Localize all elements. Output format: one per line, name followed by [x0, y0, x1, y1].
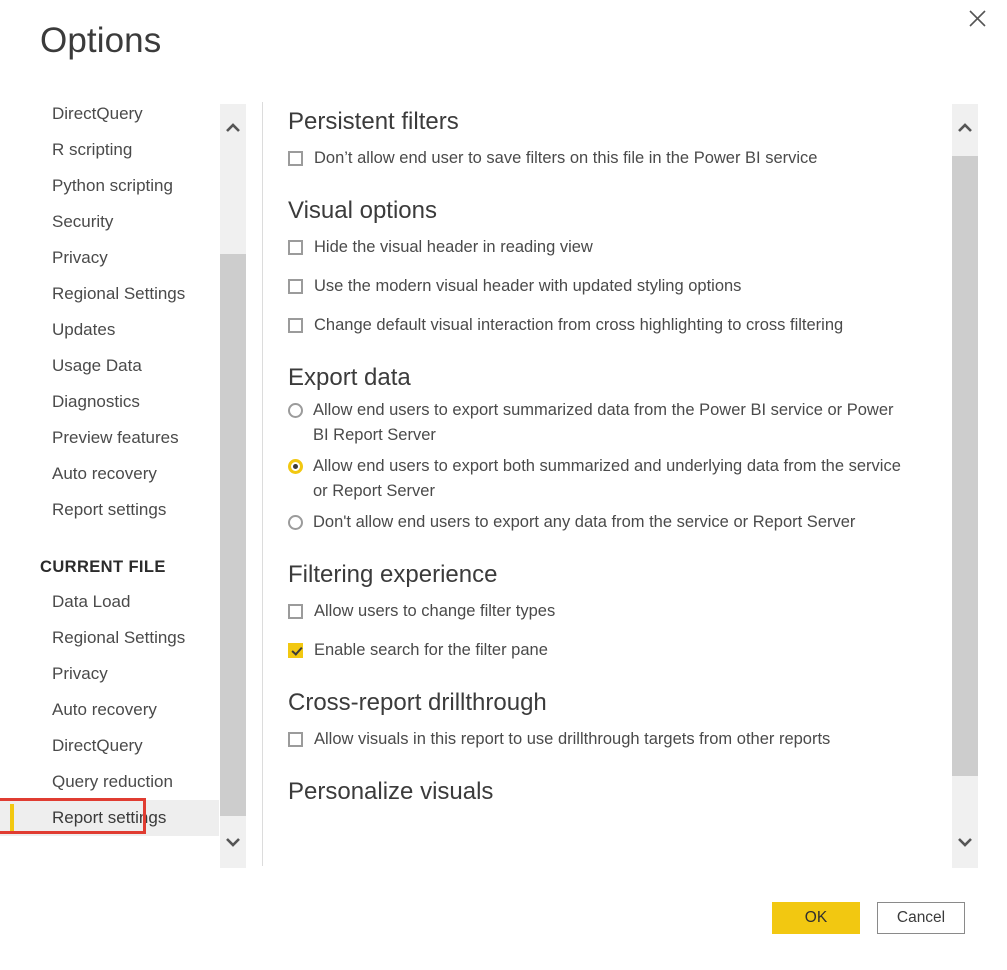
option-label: Hide the visual header in reading view	[314, 235, 593, 260]
radio-selected-icon[interactable]	[288, 459, 303, 474]
group-heading-cross-report-drillthrough: Cross-report drillthrough	[288, 689, 928, 718]
checkbox-option-row[interactable]: Allow visuals in this report to use dril…	[288, 727, 928, 752]
sidebar-item-r-scripting[interactable]: R scripting	[0, 132, 219, 168]
checkbox-unchecked-icon[interactable]	[288, 240, 303, 255]
option-label: Allow visuals in this report to use dril…	[314, 727, 830, 752]
checkbox-unchecked-icon[interactable]	[288, 318, 303, 333]
sidebar-scroll-down-button[interactable]	[220, 818, 246, 868]
sidebar-item-security[interactable]: Security	[0, 204, 219, 240]
option-label: Allow end users to export summarized dat…	[313, 398, 913, 448]
radio-unselected-icon[interactable]	[288, 403, 303, 418]
sidebar-item-label: DirectQuery	[52, 104, 143, 123]
options-content-pane: Persistent filters Don’t allow end user t…	[288, 100, 928, 870]
chevron-up-icon	[957, 120, 973, 138]
option-label: Enable search for the filter pane	[314, 638, 548, 663]
sidebar-item-preview-features[interactable]: Preview features	[0, 420, 219, 456]
sidebar-item-query-reduction[interactable]: Query reduction	[0, 764, 219, 800]
sidebar-item-auto-recovery[interactable]: Auto recovery	[0, 692, 219, 728]
sidebar-item-label: Python scripting	[52, 176, 173, 195]
sidebar-item-privacy[interactable]: Privacy	[0, 240, 219, 276]
checkbox-unchecked-icon[interactable]	[288, 151, 303, 166]
checkbox-option-row[interactable]: Change default visual interaction from c…	[288, 313, 928, 338]
sidebar-item-label: Updates	[52, 320, 115, 339]
checkbox-option-row[interactable]: Use the modern visual header with update…	[288, 274, 928, 299]
sidebar-item-label: Auto recovery	[52, 464, 157, 483]
sidebar-item-directquery[interactable]: DirectQuery	[0, 96, 219, 132]
sidebar-item-auto-recovery[interactable]: Auto recovery	[0, 456, 219, 492]
option-label: Allow end users to export both summarize…	[313, 454, 913, 504]
cancel-button[interactable]: Cancel	[877, 902, 965, 934]
group-heading-visual-options: Visual options	[288, 197, 928, 226]
sidebar-item-regional-settings[interactable]: Regional Settings	[0, 276, 219, 312]
content-scrollbar[interactable]	[952, 104, 978, 868]
sidebar-item-data-load[interactable]: Data Load	[0, 584, 219, 620]
sidebar-item-label: Privacy	[52, 248, 108, 267]
sidebar-scroll-up-button[interactable]	[220, 104, 246, 154]
group-heading-persistent-filters: Persistent filters	[288, 108, 928, 137]
sidebar-item-updates[interactable]: Updates	[0, 312, 219, 348]
radio-option-row[interactable]: Allow end users to export both summarize…	[288, 454, 928, 504]
options-sidebar: DirectQuery R scripting Python scripting Se…	[0, 96, 219, 871]
radio-unselected-icon[interactable]	[288, 515, 303, 530]
option-label: Allow users to change filter types	[314, 599, 555, 624]
content-scroll-up-button[interactable]	[952, 104, 978, 154]
sidebar-item-label: Privacy	[52, 664, 108, 683]
option-label: Don’t allow end user to save filters on …	[314, 146, 817, 171]
chevron-down-icon	[225, 834, 241, 852]
content-scroll-thumb[interactable]	[952, 156, 978, 776]
sidebar-item-label: Auto recovery	[52, 700, 157, 719]
checkbox-option-row[interactable]: Enable search for the filter pane	[288, 638, 928, 663]
close-button[interactable]	[955, 2, 999, 34]
sidebar-item-label: Regional Settings	[52, 628, 185, 647]
sidebar-item-label: Security	[52, 212, 113, 231]
sidebar-item-label: Data Load	[52, 592, 130, 611]
sidebar-scroll-thumb[interactable]	[220, 254, 246, 816]
sidebar-item-label: Query reduction	[52, 772, 173, 791]
sidebar-item-label: Usage Data	[52, 356, 142, 375]
sidebar-item-label: Report settings	[52, 500, 166, 519]
group-heading-filtering-experience: Filtering experience	[288, 561, 928, 590]
checkbox-option-row[interactable]: Don’t allow end user to save filters on …	[288, 146, 928, 171]
sidebar-item-label: Report settings	[52, 808, 166, 827]
sidebar-item-label: DirectQuery	[52, 736, 143, 755]
sidebar-section-header-current-file: CURRENT FILE	[0, 544, 219, 584]
radio-option-row[interactable]: Don't allow end users to export any data…	[288, 510, 928, 535]
option-label: Don't allow end users to export any data…	[313, 510, 855, 535]
sidebar-item-directquery[interactable]: DirectQuery	[0, 728, 219, 764]
page-title: Options	[40, 20, 161, 62]
sidebar-item-report-settings[interactable]: Report settings	[0, 492, 219, 528]
sidebar-scrollbar[interactable]	[220, 104, 246, 868]
sidebar-item-label: Diagnostics	[52, 392, 140, 411]
sidebar-item-privacy[interactable]: Privacy	[0, 656, 219, 692]
sidebar-content-divider	[262, 102, 263, 866]
sidebar-item-label: R scripting	[52, 140, 132, 159]
checkbox-unchecked-icon[interactable]	[288, 732, 303, 747]
checkbox-unchecked-icon[interactable]	[288, 604, 303, 619]
sidebar-item-diagnostics[interactable]: Diagnostics	[0, 384, 219, 420]
group-heading-export-data: Export data	[288, 364, 928, 393]
checkbox-checked-icon[interactable]	[288, 643, 303, 658]
sidebar-item-regional-settings[interactable]: Regional Settings	[0, 620, 219, 656]
close-icon	[969, 10, 986, 27]
checkbox-option-row[interactable]: Allow users to change filter types	[288, 599, 928, 624]
sidebar-item-label: Preview features	[52, 428, 179, 447]
option-label: Change default visual interaction from c…	[314, 313, 843, 338]
sidebar-item-report-settings-selected[interactable]: Report settings	[0, 800, 219, 836]
group-heading-personalize-visuals: Personalize visuals	[288, 778, 928, 807]
sidebar-item-usage-data[interactable]: Usage Data	[0, 348, 219, 384]
checkbox-option-row[interactable]: Hide the visual header in reading view	[288, 235, 928, 260]
sidebar-item-label: Regional Settings	[52, 284, 185, 303]
content-scroll-down-button[interactable]	[952, 818, 978, 868]
chevron-down-icon	[957, 834, 973, 852]
chevron-up-icon	[225, 120, 241, 138]
radio-option-row[interactable]: Allow end users to export summarized dat…	[288, 398, 928, 448]
checkbox-unchecked-icon[interactable]	[288, 279, 303, 294]
option-label: Use the modern visual header with update…	[314, 274, 741, 299]
sidebar-item-python-scripting[interactable]: Python scripting	[0, 168, 219, 204]
dialog-footer: OK Cancel	[772, 902, 965, 934]
sidebar-nav-list: DirectQuery R scripting Python scripting Se…	[0, 96, 219, 836]
ok-button[interactable]: OK	[772, 902, 860, 934]
